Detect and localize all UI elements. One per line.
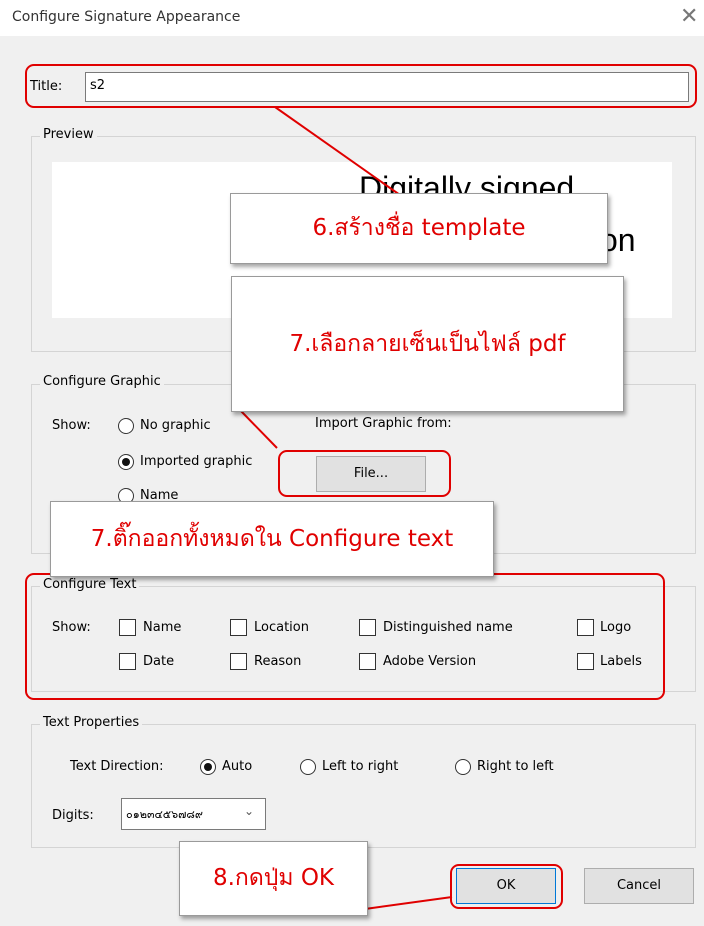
highlight-title-field bbox=[25, 64, 697, 108]
callout-step7a: 7.เลือกลายเซ็นเป็นไฟล์ pdf bbox=[231, 276, 624, 412]
callout-step8: 8.กดปุ่ม OK bbox=[179, 841, 368, 916]
annotation-line-title bbox=[274, 106, 401, 196]
highlight-ok-button bbox=[450, 864, 563, 909]
highlight-file-button bbox=[278, 450, 451, 497]
highlight-configure-text bbox=[25, 573, 665, 700]
callout-step6: 6.สร้างชื่อ template bbox=[230, 193, 608, 264]
annotation-line-ok bbox=[364, 896, 453, 910]
annotation-line-file bbox=[239, 409, 278, 449]
callout-step7b: 7.ติ๊กออกทั้งหมดใน Configure text bbox=[50, 501, 494, 577]
